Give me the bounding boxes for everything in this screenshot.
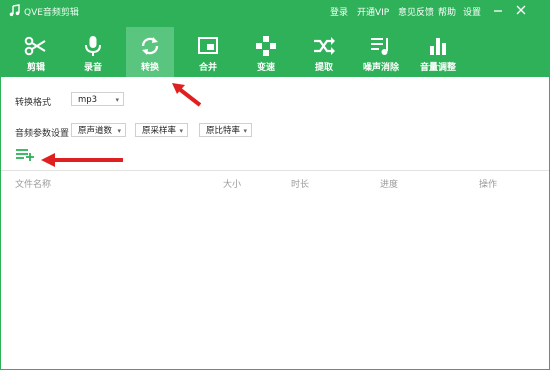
tool-convert[interactable]: 转换 xyxy=(126,27,174,77)
volume-adjust-icon xyxy=(430,38,446,55)
format-select[interactable]: mp3 ▾ xyxy=(71,92,124,106)
tool-label: 剪辑 xyxy=(26,63,45,73)
column-progress[interactable]: 进度 xyxy=(380,177,398,190)
chevron-down-icon: ▾ xyxy=(115,96,119,104)
channels-value: 原声道数 xyxy=(78,126,113,136)
tool-label: 录音 xyxy=(83,63,102,73)
annotation-arrow-convert xyxy=(172,83,202,107)
tool-label: 提取 xyxy=(314,63,333,73)
music-note-icon xyxy=(9,4,20,17)
annotation-arrow-add xyxy=(41,153,123,167)
header-bar: QVE音频剪辑 登录 开通VIP 意见反馈 帮助 设置 剪辑 录音 转换 合并 … xyxy=(1,1,549,77)
channels-select[interactable]: 原声道数 ▾ xyxy=(71,123,126,137)
samplerate-select[interactable]: 原采样率 ▾ xyxy=(135,123,188,137)
menu-feedback[interactable]: 意见反馈 xyxy=(398,5,434,18)
tool-merge[interactable]: 合并 xyxy=(184,27,232,77)
scissors-icon xyxy=(24,36,46,56)
chevron-down-icon: ▾ xyxy=(117,127,121,135)
menu-settings[interactable]: 设置 xyxy=(463,5,481,18)
speed-icon xyxy=(256,36,276,56)
column-size[interactable]: 大小 xyxy=(223,177,241,190)
menu-login[interactable]: 登录 xyxy=(330,5,348,18)
title-bar: QVE音频剪辑 登录 开通VIP 意见反馈 帮助 设置 xyxy=(1,1,549,21)
merge-icon xyxy=(198,37,218,54)
tool-cut[interactable]: 剪辑 xyxy=(12,27,60,77)
format-label: 转换格式 xyxy=(15,98,52,108)
app-window: QVE音频剪辑 登录 开通VIP 意见反馈 帮助 设置 剪辑 录音 转换 合并 … xyxy=(0,0,550,370)
column-filename[interactable]: 文件名称 xyxy=(15,177,51,190)
microphone-icon xyxy=(85,36,101,56)
tool-label: 噪声消除 xyxy=(362,63,399,73)
denoise-icon xyxy=(371,38,388,55)
bitrate-select[interactable]: 原比特率 ▾ xyxy=(199,123,252,137)
samplerate-value: 原采样率 xyxy=(142,126,177,136)
chevron-down-icon: ▾ xyxy=(243,127,247,135)
column-duration[interactable]: 时长 xyxy=(291,177,309,190)
chevron-down-icon: ▾ xyxy=(179,127,183,135)
add-file-icon[interactable] xyxy=(15,148,35,162)
bitrate-value: 原比特率 xyxy=(206,126,241,136)
menu-vip[interactable]: 开通VIP xyxy=(357,5,389,18)
column-action[interactable]: 操作 xyxy=(479,177,497,190)
tool-label: 合并 xyxy=(198,63,217,73)
extract-icon xyxy=(314,37,335,55)
minimize-icon[interactable] xyxy=(492,4,504,16)
tool-label: 音量调整 xyxy=(419,63,456,73)
tool-extract[interactable]: 提取 xyxy=(300,27,348,77)
convert-icon xyxy=(141,37,159,55)
file-table-header: 文件名称 大小 时长 进度 操作 xyxy=(1,170,549,191)
tool-record[interactable]: 录音 xyxy=(69,27,117,77)
app-title: QVE音频剪辑 xyxy=(24,8,79,18)
function-toolbar: 剪辑 录音 转换 合并 变速 提取 噪声消除 音量调整 xyxy=(1,27,549,77)
tool-speed[interactable]: 变速 xyxy=(242,27,290,77)
format-value: mp3 xyxy=(78,95,98,105)
file-list[interactable] xyxy=(1,191,549,367)
tool-label: 转换 xyxy=(140,63,159,73)
menu-help[interactable]: 帮助 xyxy=(438,5,456,18)
tool-volume[interactable]: 音量调整 xyxy=(414,27,462,77)
close-icon[interactable] xyxy=(515,4,527,16)
tool-denoise[interactable]: 噪声消除 xyxy=(357,27,405,77)
params-label: 音频参数设置 xyxy=(15,129,70,139)
tool-label: 变速 xyxy=(256,63,275,73)
